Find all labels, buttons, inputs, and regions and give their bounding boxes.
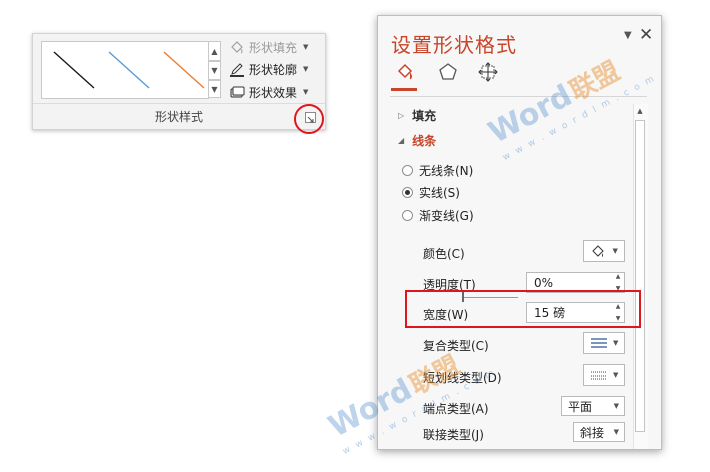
collapse-arrow-icon: ◢ (398, 136, 405, 145)
shape-effects-icon (230, 86, 245, 98)
compound-type-dropdown[interactable]: ▼ (583, 332, 625, 354)
color-label: 颜色(C) (423, 247, 465, 261)
scroll-up-button[interactable]: ▲ (634, 105, 646, 117)
radio-label: 实线(S) (419, 186, 460, 200)
gallery-more-button[interactable]: ▼ (208, 80, 221, 98)
active-tab-indicator (391, 88, 417, 91)
shape-fill-button[interactable]: 形状填充 ▼ (229, 37, 308, 57)
more-icon: ▼ (211, 84, 218, 94)
gallery-style-black-line[interactable] (48, 46, 100, 94)
section-fill-header[interactable]: ▷ 填充 (398, 107, 436, 124)
shape-styles-group: ▲ ▼ ▼ 形状填充 ▼ 形状轮廓 ▼ 形状效果 ▼ 形状样式 (32, 33, 326, 130)
join-type-dropdown[interactable]: 斜接 ▼ (573, 422, 625, 442)
close-icon: ✕ (639, 25, 654, 45)
tab-size-properties[interactable] (477, 61, 499, 83)
shape-effects-label: 形状效果 (249, 85, 298, 100)
radio-no-line[interactable]: 无线条(N) (402, 162, 473, 179)
gallery-style-orange-line[interactable] (158, 46, 210, 94)
gallery-scroll-down[interactable]: ▼ (208, 61, 221, 80)
pane-title: 设置形状格式 (391, 33, 517, 57)
chevron-down-icon: ▼ (612, 371, 619, 379)
shape-fill-label: 形状填充 (249, 40, 298, 55)
section-line-header[interactable]: ◢ 线条 (398, 132, 436, 149)
shape-effects-button[interactable]: 形状效果 ▼ (229, 82, 308, 102)
chevron-down-icon: ▼ (613, 428, 619, 436)
tab-effects[interactable] (437, 61, 459, 83)
pane-close-button[interactable]: ✕ (639, 25, 653, 45)
increment-icon[interactable]: ▲ (616, 273, 621, 280)
radio-label: 渐变线(G) (419, 209, 474, 223)
gallery-style-blue-line[interactable] (103, 46, 155, 94)
ribbon-separator (33, 103, 325, 104)
chevron-down-icon: ▼ (612, 339, 619, 347)
radio-button-selected (402, 187, 413, 198)
chevron-up-icon: ▲ (637, 107, 643, 115)
group-label: 形状样式 (154, 110, 203, 124)
chevron-down-icon: ▼ (613, 402, 619, 410)
paint-bucket-icon (231, 41, 243, 54)
shape-outline-button[interactable]: 形状轮廓 ▼ (229, 59, 308, 79)
radio-gradient-line[interactable]: 渐变线(G) (402, 207, 474, 224)
pencil-outline-icon (230, 63, 244, 77)
expand-arrow-icon: ▷ (398, 111, 405, 120)
launcher-highlight-circle (294, 104, 324, 134)
chevron-down-icon: ▼ (612, 247, 618, 255)
radio-solid-line[interactable]: 实线(S) (402, 184, 460, 201)
dash-lines-icon (590, 371, 607, 380)
join-type-label: 联接类型(J) (423, 428, 484, 442)
radio-button (402, 165, 413, 176)
section-line-label: 线条 (412, 134, 437, 148)
cap-type-value: 平面 (568, 399, 593, 414)
chevron-down-icon: ▼ (303, 43, 309, 51)
cap-type-dropdown[interactable]: 平面 ▼ (561, 396, 625, 416)
chevron-down-icon: ▼ (303, 88, 309, 96)
shape-style-gallery (41, 41, 209, 99)
line-color-dropdown[interactable]: ▼ (583, 240, 625, 262)
width-row-highlight-box (405, 290, 641, 328)
section-fill-label: 填充 (412, 109, 437, 123)
radio-button (402, 210, 413, 221)
join-type-value: 斜接 (580, 425, 605, 440)
gallery-scroll-up[interactable]: ▲ (208, 41, 221, 61)
chevron-down-icon: ▼ (303, 65, 309, 73)
tab-fill-line[interactable] (394, 61, 416, 83)
radio-label: 无线条(N) (419, 164, 474, 178)
paint-bucket-icon (592, 245, 604, 257)
compound-lines-icon (590, 338, 607, 348)
shape-outline-label: 形状轮廓 (249, 62, 298, 77)
scroll-thumb[interactable] (635, 120, 645, 432)
dash-type-dropdown[interactable]: ▼ (583, 364, 625, 386)
chevron-down-icon: ▼ (211, 66, 218, 75)
transparency-value[interactable]: 0% (527, 276, 612, 290)
chevron-up-icon: ▲ (211, 46, 218, 56)
